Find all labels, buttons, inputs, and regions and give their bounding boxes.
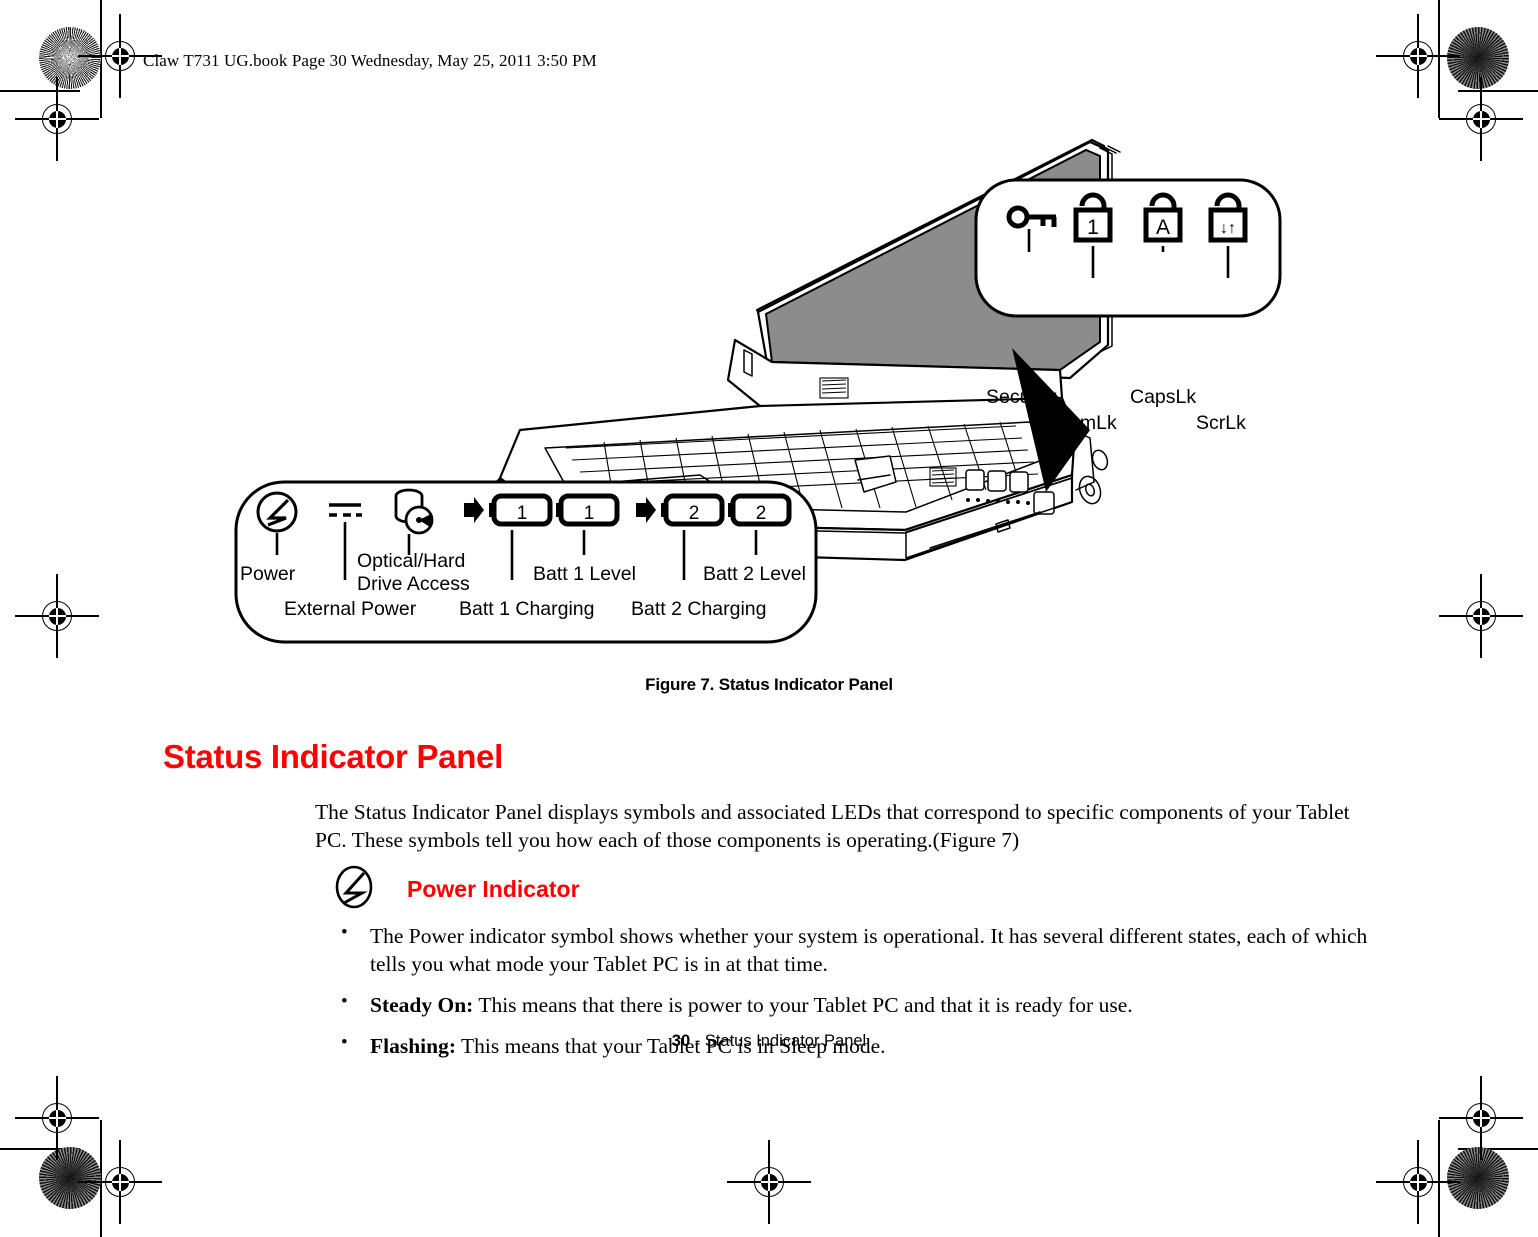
svg-text:2: 2 xyxy=(756,503,767,524)
power-icon xyxy=(335,865,373,914)
bullet-text: This means that there is power to your T… xyxy=(473,993,1133,1018)
bullet-lead: Steady On: xyxy=(370,993,474,1018)
svg-text:1: 1 xyxy=(584,503,595,524)
svg-text:2: 2 xyxy=(689,503,700,524)
power-icon xyxy=(256,491,298,533)
bullet-text: The Power indicator symbol shows whether… xyxy=(370,923,1368,976)
svg-text:A: A xyxy=(1156,216,1170,239)
figure-caption: Figure 7. Status Indicator Panel xyxy=(645,675,893,694)
page-footer: 30 - Status Indicator Panel xyxy=(0,1032,1538,1051)
svg-text:↓↑: ↓↑ xyxy=(1220,220,1236,237)
svg-text:1: 1 xyxy=(1087,216,1099,239)
list-item: Steady On: This means that there is powe… xyxy=(335,990,1395,1019)
registration-target-bottom-center xyxy=(727,1140,811,1224)
footer-title: Status Indicator Panel xyxy=(704,1032,867,1050)
power-indicator-label: Power Indicator xyxy=(407,875,580,902)
status-callout-box: 1 1 2 2 xyxy=(234,480,818,644)
batt-2-level-icon: 2 xyxy=(728,493,792,527)
page-content: Status Indicator Panel The Status Indica… xyxy=(163,738,1393,1073)
keyboard-callout-box: 1 A ↓↑ xyxy=(974,178,1282,318)
list-item: The Power indicator symbol shows whether… xyxy=(335,921,1395,978)
intro-paragraph: The Status Indicator Panel displays symb… xyxy=(315,800,1350,853)
document-page: Claw T731 UG.book Page 30 Wednesday, May… xyxy=(0,0,1538,1237)
registration-target-bottom-left xyxy=(78,1140,162,1224)
page-title: Status Indicator Panel xyxy=(163,738,503,775)
book-header-stamp: Claw T731 UG.book Page 30 Wednesday, May… xyxy=(143,51,597,70)
power-indicator-heading: Power Indicator xyxy=(335,865,1393,914)
figure-status-indicator-panel: .ln { fill:none; stroke:#000; stroke-wid… xyxy=(0,130,1538,700)
batt-1-level-icon: 1 xyxy=(556,493,620,527)
footer-page-number: 30 xyxy=(671,1032,691,1050)
footer-separator: - xyxy=(690,1032,705,1050)
svg-text:1: 1 xyxy=(517,503,528,524)
registration-target-bottom-right xyxy=(1376,1140,1460,1224)
